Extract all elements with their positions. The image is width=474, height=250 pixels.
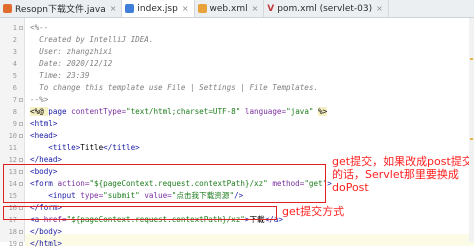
- code-line: 11 <title>Title</title>: [0, 142, 474, 154]
- code-text: <head>: [30, 130, 57, 142]
- tab-3[interactable]: Vpom.xml (servlet-03) ×: [264, 0, 389, 17]
- code-token: User: zhangzhixi: [30, 47, 113, 56]
- line-number: 8: [12, 108, 17, 116]
- code-line: 8 <%@ page contentType="text/html;charset…: [0, 106, 474, 118]
- link-annotation: get提交方式: [282, 205, 345, 218]
- code-token: To change this template use File | Setti…: [30, 83, 319, 92]
- code-token: Date: 2020/12/12: [30, 59, 113, 68]
- code-token: language=: [244, 107, 287, 116]
- close-tab-icon[interactable]: ×: [110, 4, 117, 13]
- code-token: Created by IntelliJ IDEA.: [30, 35, 154, 44]
- code-token: Time: 23:39: [30, 71, 90, 80]
- code-text: --%>: [30, 94, 48, 106]
- form-annotation-line: doPost: [332, 181, 369, 194]
- code-text: Date: 2020/12/12: [30, 58, 112, 70]
- code-token: "java": [286, 107, 319, 116]
- code-token: --%>: [30, 95, 49, 104]
- tab-label: Resopn下载文件.java: [15, 5, 106, 15]
- code-line: 9 <html>: [0, 118, 474, 130]
- code-text: </body>: [30, 226, 62, 238]
- tab-label: index.jsp: [137, 3, 178, 14]
- code-line: 10 <head>: [0, 130, 474, 142]
- code-editor[interactable]: 1 <%-- 2 Created by IntelliJ IDEA. 3 User: …: [0, 18, 474, 248]
- code-token: </head>: [30, 155, 63, 164]
- line-number: 7: [12, 96, 17, 104]
- line-number: 19: [8, 240, 17, 248]
- code-token: %>: [318, 107, 328, 116]
- code-token: contentType=: [71, 107, 127, 116]
- jsp-file-icon: [125, 4, 135, 13]
- code-token: <head>: [30, 131, 58, 140]
- code-text: <html>: [30, 118, 57, 130]
- vertical-scrollbar[interactable]: [469, 18, 474, 242]
- scroll-marker: [470, 138, 473, 140]
- code-text: <%--: [30, 22, 48, 34]
- link-highlight-box: [3, 206, 277, 220]
- line-number: 6: [12, 84, 17, 92]
- fold-marker-icon[interactable]: [19, 242, 23, 246]
- fold-marker-icon[interactable]: [19, 122, 23, 126]
- tab-0[interactable]: Resopn下载文件.java ×: [0, 0, 123, 17]
- code-line: 7 --%>: [0, 94, 474, 106]
- fold-marker-icon[interactable]: [19, 158, 23, 162]
- form-annotation-line: 的话，Servlet那里要换成: [332, 168, 459, 181]
- code-text: Time: 23:39: [30, 70, 89, 82]
- line-number: 9: [12, 120, 17, 128]
- code-text: <title>Title</title>: [30, 142, 140, 154]
- code-token: </html>: [30, 239, 63, 248]
- close-tab-icon[interactable]: ×: [182, 4, 189, 13]
- code-token: Title: [80, 143, 104, 152]
- form-highlight-box: [3, 164, 326, 203]
- code-line: 6 To change this template use File | Set…: [0, 82, 474, 94]
- fold-marker-icon[interactable]: [19, 98, 23, 102]
- line-number: 18: [8, 228, 17, 236]
- code-token: </title>: [103, 143, 140, 152]
- code-token: </body>: [30, 227, 63, 236]
- code-text: Created by IntelliJ IDEA.: [30, 34, 153, 46]
- code-line: 1 <%--: [0, 22, 474, 34]
- form-annotation-line: get提交，如果改成post提交: [332, 155, 473, 168]
- scroll-marker: [470, 58, 473, 60]
- code-token: <html>: [30, 119, 58, 128]
- fold-marker-icon[interactable]: [19, 230, 23, 234]
- fold-marker-icon[interactable]: [19, 134, 23, 138]
- code-line: 4 Date: 2020/12/12: [0, 58, 474, 70]
- line-number: 3: [12, 48, 17, 56]
- tab-label: pom.xml (servlet-03): [277, 3, 373, 14]
- code-line: 2 Created by IntelliJ IDEA.: [0, 34, 474, 46]
- code-line: 5 Time: 23:39: [0, 70, 474, 82]
- code-text: <%@ page contentType="text/html;charset=…: [30, 106, 328, 118]
- code-token: "text/html;charset=UTF-8": [126, 107, 245, 116]
- code-line: 19 </html>: [0, 238, 474, 250]
- editor-tab-bar: Resopn下载文件.java × index.jsp × web.xml × Vpom.x…: [0, 0, 474, 18]
- code-line: 3 User: zhangzhixi: [0, 46, 474, 58]
- java-class-icon: [3, 4, 12, 13]
- tab-1[interactable]: index.jsp ×: [122, 0, 195, 17]
- code-text: User: zhangzhixi: [30, 46, 112, 58]
- close-tab-icon[interactable]: ×: [376, 4, 383, 13]
- line-number: 11: [8, 144, 17, 152]
- form-annotation: get提交，如果改成post提交 的话，Servlet那里要换成 doPost: [332, 155, 473, 194]
- line-number: 5: [12, 72, 17, 80]
- code-token: <title>: [30, 143, 81, 152]
- code-token: page: [48, 107, 72, 116]
- xml-file-icon: [197, 4, 207, 13]
- code-text: </html>: [30, 238, 62, 250]
- line-number: 1: [12, 24, 17, 32]
- line-number: 2: [12, 36, 17, 44]
- tab-label: web.xml: [209, 3, 248, 14]
- maven-icon: V: [267, 3, 275, 14]
- code-token: <%--: [30, 23, 49, 32]
- code-token: <%@: [30, 107, 49, 116]
- code-text: To change this template use File | Setti…: [30, 82, 318, 94]
- tab-2[interactable]: web.xml ×: [195, 0, 265, 17]
- fold-marker-icon[interactable]: [19, 26, 23, 30]
- line-number: 10: [8, 132, 17, 140]
- close-tab-icon[interactable]: ×: [252, 4, 259, 13]
- code-line: 18 </body>: [0, 226, 474, 238]
- line-number: 4: [12, 60, 17, 68]
